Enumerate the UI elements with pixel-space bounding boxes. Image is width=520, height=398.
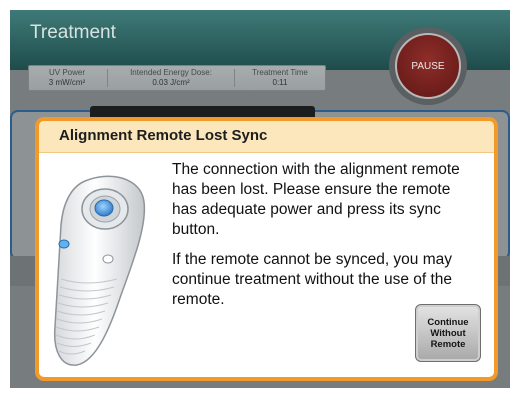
continue-without-remote-button[interactable]: Continue Without Remote (415, 304, 481, 362)
alignment-remote-lost-sync-dialog: Alignment Remote Lost Sync The connectio… (35, 117, 498, 381)
stat-value: 0.03 J/cm² (152, 78, 190, 87)
page-title: Treatment (30, 22, 116, 43)
stat-intended-dose: Intended Energy Dose: 0.03 J/cm² (111, 68, 231, 88)
stat-label: Treatment Time (252, 68, 308, 77)
stat-treatment-time: Treatment Time 0:11 (237, 68, 323, 88)
divider (234, 69, 235, 87)
dialog-title: Alignment Remote Lost Sync (59, 127, 268, 144)
treatment-stats-bar: UV Power 3 mW/cm² Intended Energy Dose: … (28, 65, 326, 91)
stat-value: 3 mW/cm² (48, 78, 86, 87)
stat-uv-power: UV Power 3 mW/cm² (31, 68, 103, 88)
dialog-paragraph: If the remote cannot be synced, you may … (172, 251, 453, 308)
alignment-remote-icon (53, 175, 146, 366)
stat-value: 0:11 (272, 78, 288, 87)
stat-label: Intended Energy Dose: (130, 68, 212, 77)
stat-label: UV Power (48, 68, 85, 77)
pause-button[interactable]: PAUSE (395, 33, 461, 99)
dialog-paragraph: The connection with the alignment remote… (172, 161, 460, 238)
dialog-header: Alignment Remote Lost Sync (39, 121, 494, 153)
dialog-message: The connection with the alignment remote… (172, 160, 477, 320)
divider (107, 69, 108, 87)
